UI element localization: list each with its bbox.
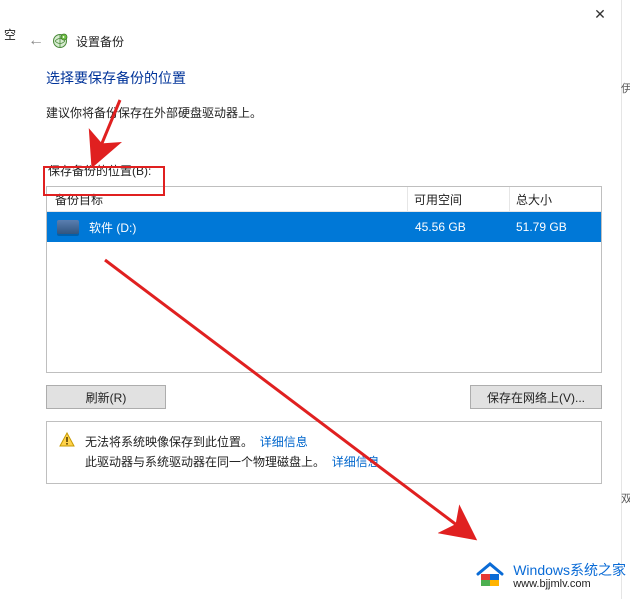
button-row: 刷新(R) 保存在网络上(V)... — [46, 385, 602, 409]
warning-panel: 无法将系统映像保存到此位置。 详细信息 此驱动器与系统驱动器在同一个物理磁盘上。… — [46, 421, 602, 484]
drive-row[interactable]: 软件 (D:) 45.56 GB 51.79 GB — [47, 212, 601, 242]
warning-line1: 无法将系统映像保存到此位置。 — [85, 435, 253, 449]
drive-list-body: 软件 (D:) 45.56 GB 51.79 GB — [47, 212, 601, 372]
right-edge-marker: 双 — [621, 490, 630, 506]
wizard-title: 设置备份 — [76, 33, 124, 50]
close-button[interactable]: ✕ — [580, 3, 620, 27]
instruction-heading: 选择要保存备份的位置 — [46, 68, 602, 88]
close-icon: ✕ — [594, 6, 606, 22]
drive-list: 备份目标 可用空间 总大小 软件 (D:) 45.56 GB 51.79 GB — [46, 186, 602, 373]
warning-line2: 此驱动器与系统驱动器在同一个物理磁盘上。 — [85, 455, 325, 469]
details-link-2[interactable]: 详细信息 — [332, 455, 380, 469]
save-on-network-button[interactable]: 保存在网络上(V)... — [470, 385, 602, 409]
header-target[interactable]: 备份目标 — [47, 187, 407, 211]
save-location-label: 保存备份的位置(B): — [46, 161, 153, 180]
warning-text: 无法将系统映像保存到此位置。 详细信息 此驱动器与系统驱动器在同一个物理磁盘上。… — [85, 432, 380, 473]
globe-backup-icon — [52, 33, 68, 49]
drive-available-text: 45.56 GB — [409, 220, 510, 234]
instruction-subtext: 建议你将备份保存在外部硬盘驱动器上。 — [46, 104, 602, 121]
wizard-header: ← 设置备份 — [18, 30, 630, 58]
titlebar: ✕ — [18, 0, 630, 30]
drive-name-text: 软件 (D:) — [89, 219, 136, 236]
backup-wizard-window: ✕ ← 设置备份 选择要保存备份的位置 建议你将备份保存在外部硬盘驱动器上。 保… — [18, 0, 630, 599]
right-edge-marker: 伊 — [621, 80, 630, 96]
hard-drive-icon — [57, 220, 79, 234]
left-fragment-text: 空 — [4, 26, 16, 43]
header-total[interactable]: 总大小 — [509, 187, 601, 211]
right-window-edge: 伊 双 — [621, 0, 630, 599]
refresh-button[interactable]: 刷新(R) — [46, 385, 166, 409]
watermark-brand: Windows系统之家 — [513, 563, 626, 578]
details-link-1[interactable]: 详细信息 — [260, 435, 308, 449]
house-logo-icon — [473, 558, 507, 595]
left-window-fragment: 空 — [0, 0, 19, 599]
header-available[interactable]: 可用空间 — [407, 187, 509, 211]
drive-list-header: 备份目标 可用空间 总大小 — [47, 187, 601, 212]
watermark: Windows系统之家 www.bjjmlv.com — [473, 558, 626, 595]
watermark-url: www.bjjmlv.com — [513, 578, 626, 590]
warning-icon — [59, 432, 75, 448]
drive-total-text: 51.79 GB — [510, 220, 601, 234]
back-arrow-icon[interactable]: ← — [28, 32, 44, 50]
